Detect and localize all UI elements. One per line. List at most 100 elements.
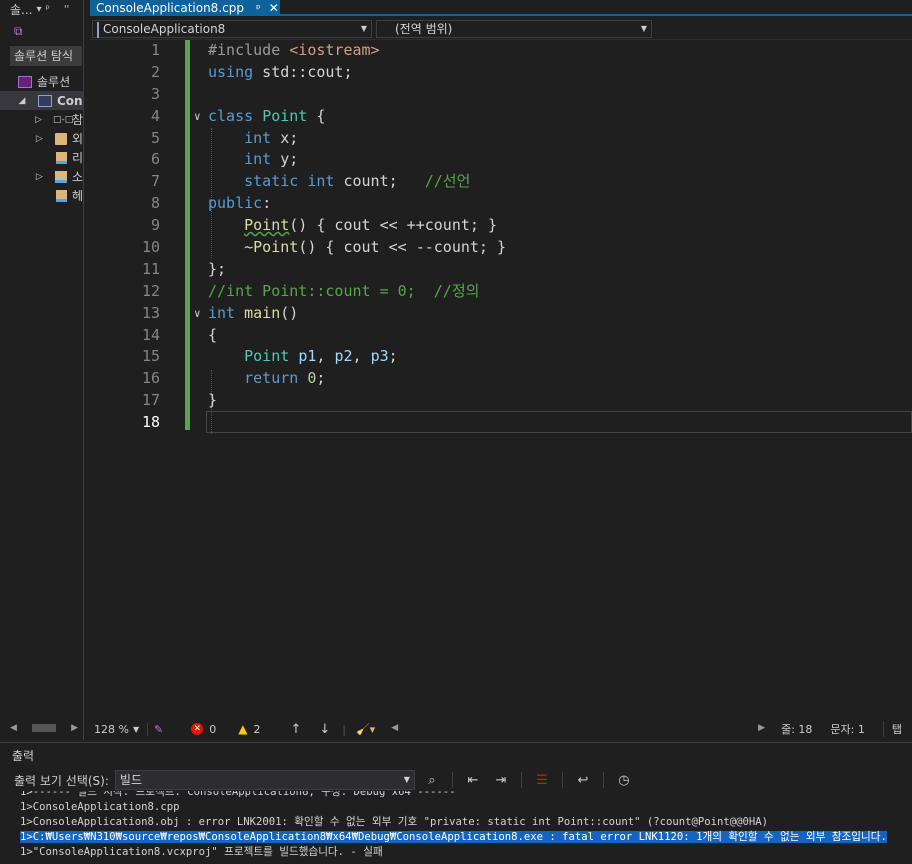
code-cleanup-icon[interactable]: 🧹▾ <box>356 723 375 736</box>
error-icon: ✕ <box>191 723 204 735</box>
arrow-up-icon[interactable]: ↑ <box>290 722 301 737</box>
code-line-17: } <box>208 390 912 412</box>
resource-folder-icon <box>56 151 67 164</box>
line-number: 5 <box>150 128 160 147</box>
output-line: 1>"ConsoleApplication8.vcxproj" 프로젝트를 빌드… <box>20 846 383 858</box>
solution-explorer-hscroll[interactable]: ◀ ▶ <box>10 722 78 734</box>
output-source-dropdown[interactable]: 빌드 ▼ <box>114 770 415 790</box>
chevron-down-icon: ▼ <box>132 724 140 734</box>
class-name: Point <box>262 106 308 125</box>
editor-hscroll[interactable]: ◀ ▶ <box>391 723 765 735</box>
variable-name: p1 <box>298 347 317 366</box>
error-count[interactable]: ✕ 0 <box>191 723 216 736</box>
output-pane: 출력 출력 보기 선택(S): 빌드 ▼ ⌕ ⇤ ⇥ ☰ ↩ ◷ 1>-----… <box>0 742 912 864</box>
tree-item-resource-files[interactable]: 리 <box>0 148 83 167</box>
project-dropdown-label: ConsoleApplication8 <box>103 22 226 36</box>
zoom-dropdown[interactable]: 128 % ▼ <box>90 722 148 736</box>
tree-item-project[interactable]: ◢ Con <box>0 91 83 110</box>
code-text-span: } <box>208 391 218 410</box>
toolbar-divider <box>451 772 453 788</box>
tree-item-references[interactable]: ▷ □-□ 참 <box>0 110 83 129</box>
project-icon <box>38 94 52 107</box>
scroll-left-icon[interactable]: ◀ <box>391 723 398 733</box>
code-line-1: #include <iostream> <box>208 40 912 62</box>
more-icon[interactable]: '' <box>64 4 70 15</box>
code-text-span: }; <box>208 259 227 278</box>
code-text-span: std::cout; <box>253 62 353 81</box>
code-line-13: ∨ int main() <box>194 303 912 325</box>
pin-icon[interactable]: ᵖ <box>256 2 261 15</box>
find-message-icon[interactable]: ⌕ <box>421 773 443 788</box>
scroll-thumb[interactable] <box>32 724 56 732</box>
next-message-icon[interactable]: ⇥ <box>490 773 512 788</box>
fold-collapse-icon[interactable]: ∨ <box>194 106 201 128</box>
scroll-right-icon[interactable]: ▶ <box>71 723 78 733</box>
fold-collapse-icon[interactable]: ∨ <box>194 303 201 325</box>
timestamp-icon[interactable]: ◷ <box>613 773 635 788</box>
project-dropdown[interactable]: ConsoleApplication8 ▼ <box>92 20 372 38</box>
word-wrap-icon[interactable]: ↩ <box>572 773 594 788</box>
code-text[interactable]: #include <iostream> using std::cout; ∨ cl… <box>194 40 912 434</box>
header-folder-icon <box>56 189 67 202</box>
solution-explorer-search[interactable]: 솔루션 탐식 <box>10 46 82 66</box>
expand-arrow-icon[interactable]: ◢ <box>16 96 28 106</box>
chevron-down-icon: ▼ <box>640 24 647 33</box>
code-line-4: ∨ class Point { <box>194 106 912 128</box>
tab-consoleapplication8-cpp[interactable]: ConsoleApplication8.cpp ᵖ ✕ <box>90 0 280 16</box>
include-header: <iostream> <box>289 41 380 59</box>
collapsed-arrow-icon[interactable]: ▷ <box>34 172 45 182</box>
line-number: 10 <box>141 238 160 257</box>
line-number: 6 <box>150 150 160 169</box>
output-text[interactable]: 1>------ 빌드 시작: 프로젝트: ConsoleApplication… <box>0 791 912 864</box>
cursor-position: 줄: 18 문자: 1 탭 <box>781 721 912 737</box>
toolbar-divider <box>602 772 604 788</box>
solution-icon <box>18 75 32 88</box>
dropdown-arrow-icon[interactable]: ▾ <box>36 4 41 15</box>
output-line-selected: 1>C:₩Users₩N310₩source₩repos₩ConsoleAppl… <box>20 830 912 845</box>
visual-studio-icon[interactable]: ⧉ <box>14 24 23 39</box>
code-editor[interactable]: 1 2 3 4 5 6 7 8 9 10 11 12 13 14 15 16 1… <box>90 40 912 720</box>
tree-item-label: 소 <box>71 170 83 184</box>
collapsed-arrow-icon[interactable]: ▷ <box>34 115 43 125</box>
code-text-span: , <box>352 347 371 366</box>
tree-item-label: 리 <box>71 151 83 165</box>
scroll-left-icon[interactable]: ◀ <box>10 723 17 733</box>
tab-mode-indicator[interactable]: 탭 <box>882 721 902 737</box>
source-folder-icon <box>54 170 67 183</box>
keyword: int <box>208 303 236 322</box>
chevron-down-icon: ▼ <box>403 775 410 784</box>
intellicode-icon[interactable]: ✎ <box>154 723 163 736</box>
tree-item-external-deps[interactable]: ▷ 외 <box>0 129 83 148</box>
selected-text: 1>C:₩Users₩N310₩source₩repos₩ConsoleAppl… <box>20 831 887 843</box>
warning-count[interactable]: ▲ 2 <box>238 722 260 736</box>
output-line: 1>ConsoleApplication8.cpp <box>20 801 180 813</box>
code-line-9: Point() { cout << ++count; } <box>208 215 912 237</box>
scope-dropdown[interactable]: (전역 범위) ▼ <box>376 20 652 38</box>
line-number: 7 <box>150 172 160 191</box>
solution-explorer: 솔... ▾ ᵖ '' ⧉ 솔루션 탐식 솔루션 ◢ Con ▷ □-□ 참 ▷… <box>0 0 84 740</box>
keyword: static <box>244 172 299 191</box>
code-text-span: ; <box>316 369 326 388</box>
collapsed-arrow-icon[interactable]: ▷ <box>34 134 45 144</box>
code-line-14: { <box>208 325 912 347</box>
output-source-value: 빌드 <box>119 773 142 787</box>
arrow-down-icon[interactable]: ↓ <box>319 722 330 737</box>
line-number: 11 <box>141 259 160 278</box>
tree-item-header-files[interactable]: 헤 <box>0 186 83 205</box>
clear-all-icon[interactable]: ☰ <box>531 773 553 788</box>
tree-item-solution[interactable]: 솔루션 <box>0 72 83 91</box>
close-icon[interactable]: ✕ <box>269 1 279 15</box>
pin-icon[interactable]: ᵖ <box>46 4 50 15</box>
code-line-6: int y; <box>208 149 912 171</box>
solution-explorer-title[interactable]: 솔... <box>10 1 32 18</box>
scroll-right-icon[interactable]: ▶ <box>758 723 765 733</box>
keyword: using <box>208 62 254 81</box>
code-line-2: using std::cout; <box>208 62 912 84</box>
tree-item-source-files[interactable]: ▷ 소 <box>0 167 83 186</box>
tree-item-label: 솔루션 <box>37 75 71 89</box>
previous-message-icon[interactable]: ⇤ <box>462 773 484 788</box>
toolbar-divider <box>520 772 522 788</box>
variable-name: p2 <box>334 347 353 366</box>
keyword: class <box>208 106 254 125</box>
